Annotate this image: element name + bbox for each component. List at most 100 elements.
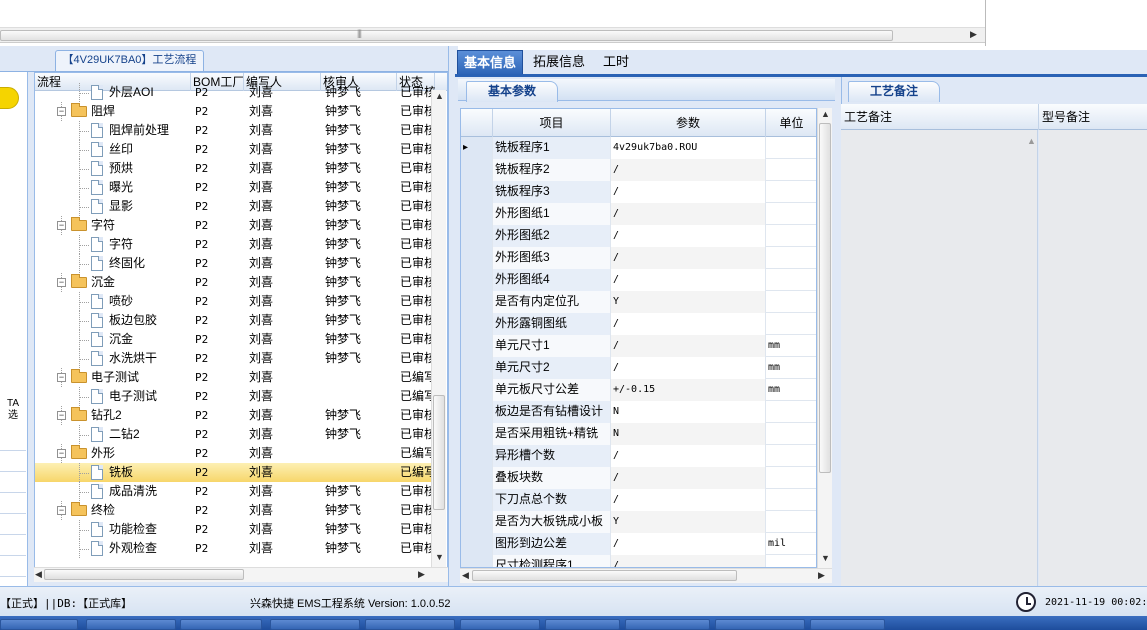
- param-value-field[interactable]: /: [611, 467, 766, 489]
- tree-row[interactable]: 二钻2 P2 刘喜 钟梦飞 已审核: [35, 425, 435, 444]
- param-value-field[interactable]: Y: [611, 511, 766, 533]
- row-header[interactable]: [461, 357, 493, 379]
- basic-params-title[interactable]: 基本参数: [466, 81, 558, 102]
- scroll-thumb[interactable]: [433, 395, 445, 510]
- param-value-field[interactable]: Y: [611, 291, 766, 313]
- param-row[interactable]: 下刀点总个数 /: [461, 489, 816, 511]
- tree-row[interactable]: 丝印 P2 刘喜 钟梦飞 已审核: [35, 140, 435, 159]
- tree-folder-row[interactable]: − 沉金 P2 刘喜 钟梦飞 已审核: [35, 273, 435, 292]
- col-header-item[interactable]: 项目: [493, 109, 611, 137]
- row-header[interactable]: [461, 181, 493, 203]
- scroll-left-arrow-icon[interactable]: ◀: [35, 569, 42, 580]
- row-header[interactable]: [461, 247, 493, 269]
- param-value-field[interactable]: /: [611, 247, 766, 269]
- scroll-left-arrow-icon[interactable]: ◀: [462, 570, 469, 581]
- param-row[interactable]: 异形槽个数 /: [461, 445, 816, 467]
- param-value-field[interactable]: /: [611, 181, 766, 203]
- row-header[interactable]: [461, 467, 493, 489]
- scroll-thumb[interactable]: [472, 570, 737, 581]
- param-row[interactable]: 铣板程序3/: [461, 181, 816, 203]
- taskbar-button[interactable]: [810, 619, 885, 630]
- param-value-field[interactable]: /: [611, 335, 766, 357]
- param-row[interactable]: 是否为大板铣成小板 Y: [461, 511, 816, 533]
- scroll-down-arrow-icon[interactable]: ▼: [821, 553, 830, 563]
- param-row[interactable]: 单元尺寸2/mm: [461, 357, 816, 379]
- row-header[interactable]: [461, 401, 493, 423]
- tab-extended-info[interactable]: 拓展信息: [527, 50, 591, 76]
- param-value-field[interactable]: N: [611, 423, 766, 445]
- scroll-up-arrow-icon[interactable]: ▲: [1027, 136, 1036, 146]
- col-header-model-remark[interactable]: 型号备注: [1039, 104, 1147, 130]
- collapse-toggle-icon[interactable]: −: [57, 411, 66, 420]
- taskbar-button[interactable]: [180, 619, 262, 630]
- tree-row[interactable]: 外观检查 P2 刘喜 钟梦飞 已审核: [35, 539, 435, 558]
- tab-work-hours[interactable]: 工时: [597, 50, 635, 76]
- row-header[interactable]: [461, 511, 493, 533]
- tree-row[interactable]: 电子测试 P2 刘喜 已编写: [35, 387, 435, 406]
- tree-vertical-scrollbar[interactable]: ▲ ▼: [431, 90, 446, 568]
- param-row[interactable]: 单元尺寸1/mm: [461, 335, 816, 357]
- params-vertical-scrollbar[interactable]: ▲ ▼: [817, 108, 832, 568]
- row-header[interactable]: [461, 379, 493, 401]
- param-row[interactable]: 是否采用粗铣+精铣 N: [461, 423, 816, 445]
- tree-row[interactable]: 功能检查 P2 刘喜 钟梦飞 已审核: [35, 520, 435, 539]
- taskbar-button[interactable]: [0, 619, 78, 630]
- param-value-field[interactable]: /: [611, 203, 766, 225]
- scroll-thumb[interactable]: [0, 30, 893, 41]
- top-horizontal-scrollbar[interactable]: ||| ▶: [0, 27, 985, 43]
- param-value-field[interactable]: N: [611, 401, 766, 423]
- tree-row[interactable]: 水洗烘干 P2 刘喜 钟梦飞 已审核: [35, 349, 435, 368]
- param-value-field[interactable]: /: [611, 533, 766, 555]
- scroll-right-arrow-icon[interactable]: ▶: [970, 29, 977, 40]
- row-header[interactable]: [461, 423, 493, 445]
- row-header[interactable]: [461, 489, 493, 511]
- col-header-param[interactable]: 参数: [611, 109, 766, 137]
- tree-row[interactable]: 板边包胶 P2 刘喜 钟梦飞 已审核: [35, 311, 435, 330]
- param-value-field[interactable]: /: [611, 357, 766, 379]
- param-row[interactable]: 外形露铜图纸 /: [461, 313, 816, 335]
- param-value-field[interactable]: /: [611, 225, 766, 247]
- tree-row[interactable]: 阻焊前处理 P2 刘喜 钟梦飞 已审核: [35, 121, 435, 140]
- param-row[interactable]: ▸ 铣板程序1 4v29uk7ba0.ROU: [461, 137, 816, 159]
- process-remark-field[interactable]: ▲: [841, 130, 1038, 586]
- param-value-field[interactable]: 4v29uk7ba0.ROU: [611, 137, 766, 159]
- row-header[interactable]: [461, 555, 493, 567]
- taskbar-button[interactable]: [625, 619, 710, 630]
- splitter[interactable]: [448, 46, 458, 586]
- collapse-toggle-icon[interactable]: −: [57, 373, 66, 382]
- row-header[interactable]: [461, 445, 493, 467]
- tree-folder-row[interactable]: − 外形 P2 刘喜 已编写: [35, 444, 435, 463]
- tree-horizontal-scrollbar[interactable]: ◀ ▶: [34, 567, 448, 582]
- tree-row[interactable]: 成品清洗 P2 刘喜 钟梦飞 已审核: [35, 482, 435, 501]
- param-value-field[interactable]: /: [611, 489, 766, 511]
- remarks-title[interactable]: 工艺备注: [848, 81, 940, 102]
- param-row[interactable]: 图形到边公差 / mil: [461, 533, 816, 555]
- row-header[interactable]: [461, 291, 493, 313]
- tree-folder-row[interactable]: − 字符 P2 刘喜 钟梦飞 已审核: [35, 216, 435, 235]
- scroll-thumb[interactable]: [44, 569, 244, 580]
- scroll-up-arrow-icon[interactable]: ▲: [821, 109, 830, 119]
- param-value-field[interactable]: /: [611, 313, 766, 335]
- tree-row[interactable]: 终固化 P2 刘喜 钟梦飞 已审核: [35, 254, 435, 273]
- param-row[interactable]: 外形图纸1/: [461, 203, 816, 225]
- param-row[interactable]: 外形图纸3/: [461, 247, 816, 269]
- tab-basic-info[interactable]: 基本信息: [457, 50, 524, 76]
- scroll-up-arrow-icon[interactable]: ▲: [435, 91, 444, 101]
- scroll-right-arrow-icon[interactable]: ▶: [818, 570, 825, 581]
- taskbar-button[interactable]: [460, 619, 540, 630]
- scroll-thumb[interactable]: [819, 123, 831, 473]
- tree-row[interactable]: 显影 P2 刘喜 钟梦飞 已审核: [35, 197, 435, 216]
- row-header[interactable]: [461, 203, 493, 225]
- param-value-field[interactable]: +/-0.15: [611, 379, 766, 401]
- scroll-right-arrow-icon[interactable]: ▶: [418, 569, 425, 580]
- tree-row[interactable]: 喷砂 P2 刘喜 钟梦飞 已审核: [35, 292, 435, 311]
- tree-row[interactable]: 预烘 P2 刘喜 钟梦飞 已审核: [35, 159, 435, 178]
- tree-row[interactable]: 曝光 P2 刘喜 钟梦飞 已审核: [35, 178, 435, 197]
- tree-folder-row[interactable]: − 阻焊 P2 刘喜 钟梦飞 已审核: [35, 102, 435, 121]
- param-row[interactable]: 铣板程序2/: [461, 159, 816, 181]
- col-header-unit[interactable]: 单位: [766, 109, 816, 137]
- collapse-toggle-icon[interactable]: −: [57, 221, 66, 230]
- scroll-down-arrow-icon[interactable]: ▼: [435, 552, 444, 562]
- row-header[interactable]: [461, 225, 493, 247]
- row-header[interactable]: [461, 159, 493, 181]
